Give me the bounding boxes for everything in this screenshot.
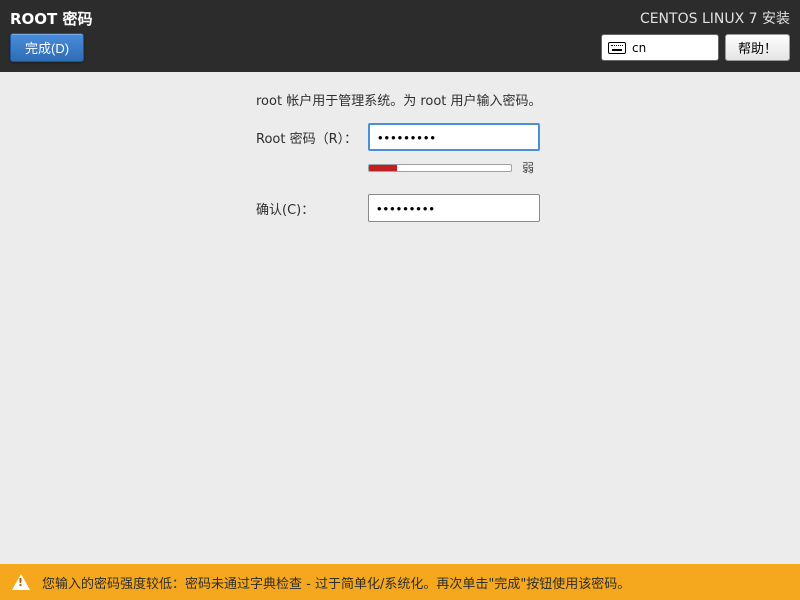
page-title: ROOT 密码 — [10, 8, 93, 29]
password-row: Root 密码（R）： — [40, 123, 760, 151]
header-left: ROOT 密码 完成(D) — [10, 8, 93, 62]
description-text: root 帐户用于管理系统。为 root 用户输入密码。 — [256, 90, 760, 109]
lang-code: cn — [632, 41, 646, 55]
header-right: CENTOS LINUX 7 安装 cn 帮助！ — [601, 8, 790, 62]
root-password-input[interactable] — [368, 123, 540, 151]
help-button[interactable]: 帮助！ — [725, 34, 790, 61]
keyboard-layout-selector[interactable]: cn — [601, 34, 719, 61]
header-controls: cn 帮助！ — [601, 34, 790, 61]
confirm-password-input[interactable] — [368, 194, 540, 222]
confirm-row: 确认(C)： — [40, 194, 760, 222]
password-strength-bar — [368, 164, 512, 172]
done-button[interactable]: 完成(D) — [10, 33, 84, 62]
keyboard-icon — [608, 42, 626, 54]
warning-message: 您输入的密码强度较低：密码未通过字典检查 - 过于简单化/系统化。再次单击"完成… — [42, 573, 630, 592]
password-strength-label: 弱 — [522, 159, 534, 176]
password-strength-fill — [369, 165, 397, 171]
header-bar: ROOT 密码 完成(D) CENTOS LINUX 7 安装 cn 帮助！ — [0, 0, 800, 72]
content-area: root 帐户用于管理系统。为 root 用户输入密码。 Root 密码（R）：… — [0, 72, 800, 248]
confirm-label: 确认(C)： — [40, 199, 368, 218]
password-label: Root 密码（R）： — [40, 128, 368, 147]
warning-bar: 您输入的密码强度较低：密码未通过字典检查 - 过于简单化/系统化。再次单击"完成… — [0, 564, 800, 600]
strength-row: 弱 — [368, 159, 760, 176]
installer-title: CENTOS LINUX 7 安装 — [640, 8, 790, 28]
warning-icon — [12, 574, 30, 590]
